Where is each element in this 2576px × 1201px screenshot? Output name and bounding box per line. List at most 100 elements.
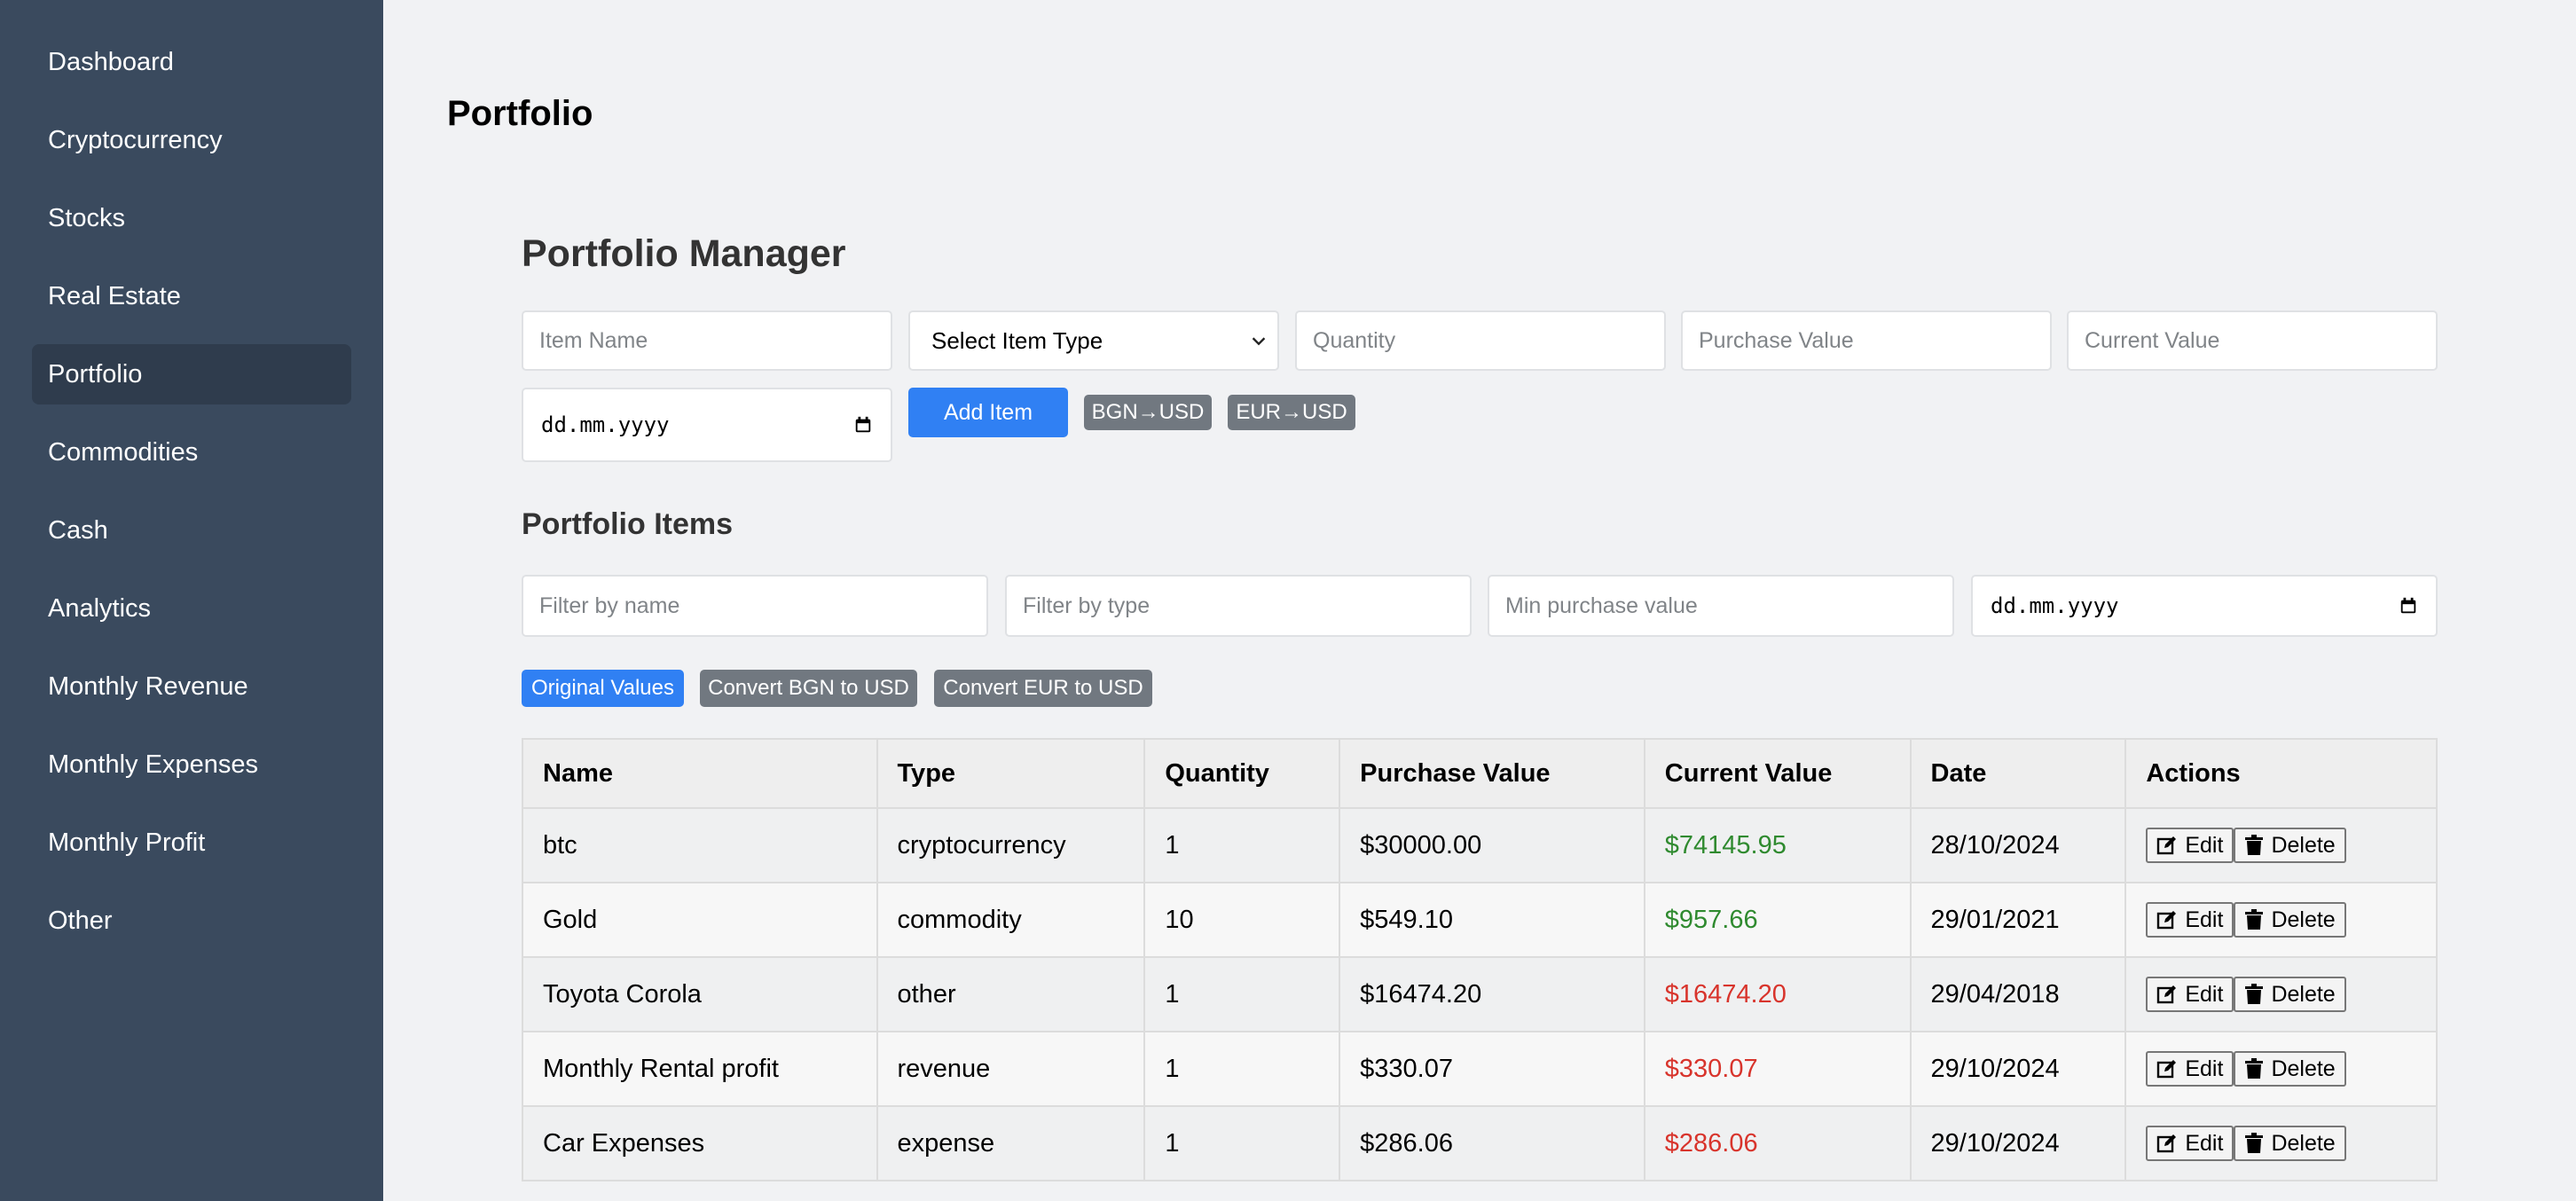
delete-button[interactable]: Delete [2234,1051,2346,1087]
edit-label: Edit [2185,832,2224,858]
table-row: Gold commodity 10 $549.10 $957.66 29/01/… [522,882,2438,958]
edit-button[interactable]: Edit [2146,828,2234,863]
cell-purchase-value: $330.07 [1339,1031,1645,1107]
portfolio-items-table: Name Type Quantity Purchase Value Curren… [522,738,2438,1181]
edit-label: Edit [2185,1056,2224,1081]
table-header-row: Name Type Quantity Purchase Value Curren… [522,738,2438,809]
table-row: Car Expenses expense 1 $286.06 $286.06 2… [522,1105,2438,1181]
cell-quantity: 1 [1143,956,1341,1032]
trash-icon [2245,909,2264,930]
item-name-input[interactable] [522,310,892,371]
column-header-date[interactable]: Date [1909,738,2127,809]
edit-icon [2157,1060,2177,1079]
cell-quantity: 1 [1143,1031,1341,1107]
cell-current-value: $957.66 [1643,882,1912,958]
edit-label: Edit [2185,907,2224,932]
sidebar-item-stocks[interactable]: Stocks [32,188,351,248]
cell-type: cryptocurrency [876,807,1146,883]
cell-date: 28/10/2024 [1909,807,2127,883]
edit-button[interactable]: Edit [2146,977,2234,1012]
column-header-quantity[interactable]: Quantity [1143,738,1341,809]
delete-label: Delete [2271,832,2336,858]
column-header-name[interactable]: Name [522,738,878,809]
original-values-button[interactable]: Original Values [522,670,684,707]
filter-name-input[interactable] [522,575,988,637]
cell-type: expense [876,1105,1146,1181]
delete-label: Delete [2271,981,2336,1007]
edit-label: Edit [2185,981,2224,1007]
edit-icon [2157,985,2177,1004]
cell-quantity: 10 [1143,882,1341,958]
cell-name: btc [522,807,878,883]
sidebar-item-real-estate[interactable]: Real Estate [32,266,351,326]
cell-purchase-value: $16474.20 [1339,956,1645,1032]
delete-button[interactable]: Delete [2234,902,2346,938]
sidebar-item-commodities[interactable]: Commodities [32,422,351,483]
table-row: Toyota Corola other 1 $16474.20 $16474.2… [522,956,2438,1032]
current-value-input[interactable] [2067,310,2438,371]
sidebar-item-dashboard[interactable]: Dashboard [32,32,351,92]
sidebar: Dashboard Cryptocurrency Stocks Real Est… [0,0,383,1201]
sidebar-item-analytics[interactable]: Analytics [32,578,351,639]
calendar-icon[interactable] [2399,596,2418,616]
edit-button[interactable]: Edit [2146,902,2234,938]
trash-icon [2245,1058,2264,1079]
delete-label: Delete [2271,1130,2336,1156]
sidebar-item-monthly-profit[interactable]: Monthly Profit [32,812,351,873]
trash-icon [2245,1133,2264,1153]
edit-button[interactable]: Edit [2146,1051,2234,1087]
cell-date: 29/10/2024 [1909,1105,2127,1181]
cell-type: commodity [876,882,1146,958]
sidebar-item-monthly-expenses[interactable]: Monthly Expenses [32,734,351,795]
trash-icon [2245,835,2264,855]
cell-name: Gold [522,882,878,958]
sidebar-item-portfolio[interactable]: Portfolio [32,344,351,404]
page-title: Portfolio [447,94,593,133]
table-row: Monthly Rental profit revenue 1 $330.07 … [522,1031,2438,1107]
cell-actions: Edit Delete [2124,1031,2438,1107]
edit-icon [2157,1134,2177,1153]
edit-icon [2157,836,2177,855]
sidebar-item-cryptocurrency[interactable]: Cryptocurrency [32,110,351,170]
edit-button[interactable]: Edit [2146,1126,2234,1161]
cell-purchase-value: $30000.00 [1339,807,1645,883]
calendar-icon[interactable] [853,415,873,435]
filter-date-value: dd.mm.yyyy [1991,593,2119,618]
cell-quantity: 1 [1143,807,1341,883]
item-type-select[interactable]: Select Item Type [908,310,1279,371]
min-purchase-value-input[interactable] [1488,575,1954,637]
chevron-down-icon [1252,337,1266,346]
portfolio-items-title: Portfolio Items [522,507,734,541]
purchase-date-input[interactable]: dd.mm.yyyy [522,388,892,462]
filter-date-input[interactable]: dd.mm.yyyy [1971,575,2438,637]
delete-button[interactable]: Delete [2234,828,2346,863]
eur-to-usd-button[interactable]: EUR→USD [1228,395,1355,430]
sidebar-item-monthly-revenue[interactable]: Monthly Revenue [32,656,351,717]
cell-actions: Edit Delete [2124,1105,2438,1181]
sidebar-item-other[interactable]: Other [32,891,351,951]
cell-quantity: 1 [1143,1105,1341,1181]
bgn-to-usd-button[interactable]: BGN→USD [1084,395,1212,430]
quantity-input[interactable] [1295,310,1666,371]
convert-eur-to-usd-button[interactable]: Convert EUR to USD [934,670,1152,707]
convert-bgn-to-usd-button[interactable]: Convert BGN to USD [700,670,917,707]
delete-label: Delete [2271,907,2336,932]
delete-button[interactable]: Delete [2234,1126,2346,1161]
add-item-button[interactable]: Add Item [908,388,1068,437]
cell-current-value: $16474.20 [1643,956,1912,1032]
column-header-purchase-value[interactable]: Purchase Value [1339,738,1645,809]
item-type-selected-label: Select Item Type [931,326,1103,354]
sidebar-item-cash[interactable]: Cash [32,500,351,561]
cell-current-value: $330.07 [1643,1031,1912,1107]
delete-label: Delete [2271,1056,2336,1081]
cell-actions: Edit Delete [2124,956,2438,1032]
edit-label: Edit [2185,1130,2224,1156]
column-header-type[interactable]: Type [876,738,1146,809]
purchase-value-input[interactable] [1681,310,2052,371]
filter-type-input[interactable] [1005,575,1472,637]
column-header-current-value[interactable]: Current Value [1643,738,1912,809]
delete-button[interactable]: Delete [2234,977,2346,1012]
cell-actions: Edit Delete [2124,882,2438,958]
table-row: btc cryptocurrency 1 $30000.00 $74145.95… [522,807,2438,883]
cell-date: 29/10/2024 [1909,1031,2127,1107]
